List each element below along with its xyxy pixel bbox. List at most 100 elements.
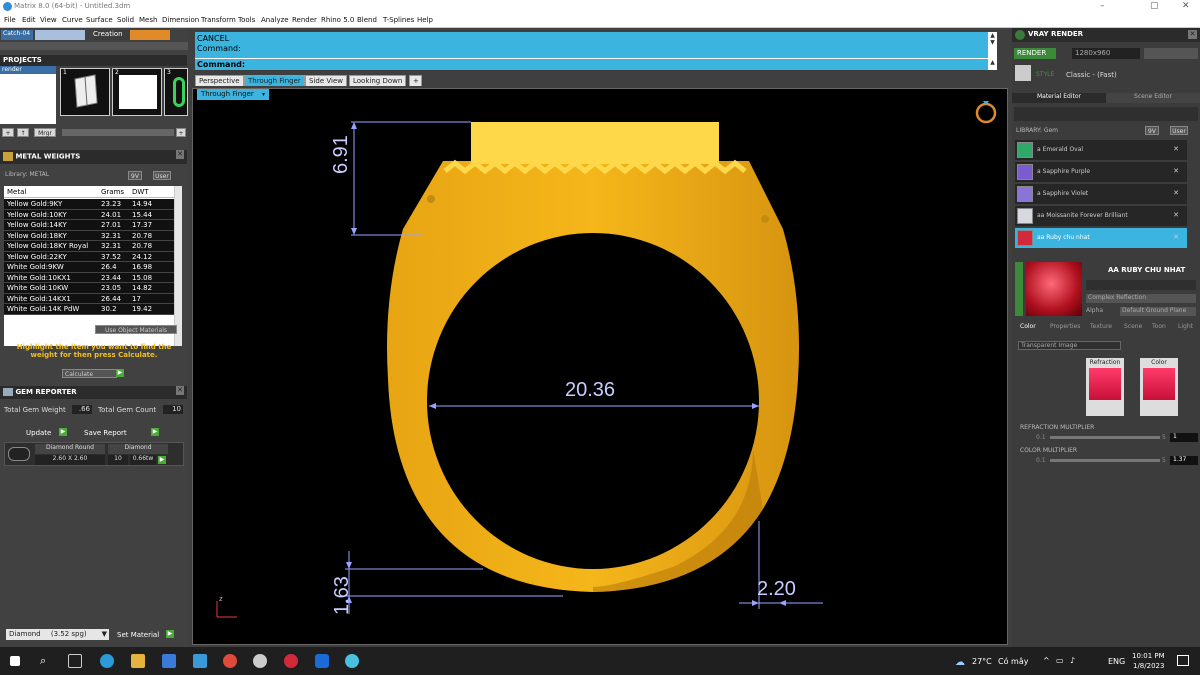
project-add2-button[interactable]: + (176, 128, 186, 137)
use-object-materials-button[interactable]: Use Object Materials (95, 325, 177, 334)
command-line-scroll[interactable]: ▲ (988, 59, 997, 70)
tab-light[interactable]: Light (1178, 323, 1193, 333)
tab-material-editor[interactable]: Material Editor (1012, 93, 1106, 103)
refraction-box[interactable]: Refraction (1086, 358, 1124, 416)
tab-side-view[interactable]: Side View (305, 75, 347, 86)
col-grams[interactable]: Grams (101, 188, 124, 196)
tab-properties[interactable]: Properties (1050, 323, 1080, 333)
color-box[interactable]: Color (1140, 358, 1178, 416)
menu-solid[interactable]: Solid (117, 16, 134, 24)
color-swatch[interactable] (1143, 368, 1175, 400)
catch-dropdown[interactable]: Catch-04 (1, 30, 33, 40)
mail-icon[interactable] (193, 654, 207, 668)
table-row[interactable]: Yellow Gold:14KY 27.01 17.37 (4, 220, 174, 231)
project-slider[interactable] (62, 129, 174, 136)
app-blue-icon[interactable] (345, 654, 359, 668)
windows-start-icon[interactable] (10, 656, 20, 666)
tab-texture[interactable]: Texture (1090, 323, 1112, 333)
set-material-button[interactable]: Set Material (117, 631, 159, 639)
tab-color[interactable]: Color (1020, 323, 1036, 333)
project-add-button[interactable]: + (2, 128, 14, 137)
project-up-button[interactable]: ↑ (17, 128, 29, 137)
menu-help[interactable]: Help (417, 16, 433, 24)
command-line[interactable]: Command: ▲ (195, 58, 997, 70)
col-metal[interactable]: Metal (7, 188, 26, 196)
refraction-value[interactable]: 1 (1170, 433, 1198, 442)
creation-toolbar[interactable] (130, 30, 170, 40)
menu-transform[interactable]: Transform (201, 16, 236, 24)
menu-analyze[interactable]: Analyze (261, 16, 289, 24)
weather-temp[interactable]: 27°C (972, 657, 992, 666)
matrix-app-icon[interactable] (253, 654, 267, 668)
calculate-button[interactable]: Calculate (62, 369, 117, 378)
project-item-render[interactable]: render (0, 66, 56, 74)
language-indicator[interactable]: ENG (1108, 657, 1125, 666)
menu-tools[interactable]: Tools (238, 16, 255, 24)
close-icon[interactable]: ✕ (1173, 189, 1179, 197)
resolution-dropdown[interactable]: 1280x960 (1072, 48, 1140, 59)
tab-toon[interactable]: Toon (1152, 323, 1166, 333)
table-row[interactable]: White Gold:14KX1 26.44 17 (4, 293, 174, 304)
menu-rhino[interactable]: Rhino 5.0 (321, 16, 354, 24)
close-icon[interactable]: ✕ (1173, 211, 1179, 219)
project-merge-button[interactable]: Mrgr (34, 128, 56, 137)
render-toolbar[interactable] (1144, 48, 1198, 59)
catch-toolbar[interactable] (35, 30, 85, 40)
tab-add[interactable]: + (409, 75, 422, 86)
close-icon[interactable]: ✕ (1173, 167, 1179, 175)
command-scrollbar[interactable]: ▲ ▼ (988, 32, 997, 58)
table-row[interactable]: White Gold:10KW 23.05 14.82 (4, 283, 174, 294)
clock-date[interactable]: 1/8/2023 (1133, 662, 1164, 670)
refraction-swatch[interactable] (1089, 368, 1121, 400)
menu-blend[interactable]: Blend (357, 16, 377, 24)
col-dwt[interactable]: DWT (132, 188, 149, 196)
project-thumb-2[interactable]: 2 (112, 68, 162, 116)
project-thumb-3[interactable]: 3 (164, 68, 188, 116)
color-slider[interactable] (1050, 459, 1160, 462)
viewport[interactable]: Through Finger ▾ 6.91 20.36 1.63 2.20 z (192, 88, 1008, 645)
close-button[interactable]: ✕ (1182, 1, 1190, 11)
save-report-go-icon[interactable]: ▶ (151, 428, 159, 436)
gem-go-icon[interactable]: ▶ (158, 456, 166, 464)
table-row[interactable]: Yellow Gold:18KY 32.31 20.78 (4, 230, 174, 241)
table-row[interactable]: White Gold:10KX1 23.44 15.08 (4, 272, 174, 283)
transparent-image-dropdown[interactable]: Transparent Image (1018, 341, 1121, 350)
menu-mesh[interactable]: Mesh (139, 16, 157, 24)
list-item-selected[interactable]: aa Ruby chu nhat ✕ (1015, 228, 1187, 248)
set-material-go-icon[interactable]: ▶ (166, 630, 174, 638)
file-explorer-icon[interactable] (131, 654, 145, 668)
tab-looking-down[interactable]: Looking Down (349, 75, 407, 86)
table-row[interactable]: Yellow Gold:18KY Royal 32.31 20.78 (4, 241, 174, 252)
app-red-icon[interactable] (284, 654, 298, 668)
gem-9v-toggle[interactable]: 9V (1145, 126, 1159, 135)
menu-curve[interactable]: Curve (62, 16, 83, 24)
save-report-button[interactable]: Save Report (84, 429, 127, 437)
task-view-icon[interactable] (68, 654, 82, 668)
gem-user-toggle[interactable]: User (1170, 126, 1188, 135)
weather-desc[interactable]: Có mây (998, 657, 1028, 666)
material-toolbar[interactable] (1014, 107, 1198, 121)
clock-time[interactable]: 10:01 PM (1132, 652, 1165, 660)
reflection-dropdown[interactable]: Complex Reflection (1086, 294, 1196, 303)
tab-perspective[interactable]: Perspective (195, 75, 244, 86)
update-go-icon[interactable]: ▶ (59, 428, 67, 436)
close-icon[interactable]: ✕ (1173, 145, 1179, 153)
render-button[interactable]: RENDER (1014, 48, 1056, 59)
notification-icon[interactable] (1177, 655, 1189, 666)
zalo-icon[interactable] (315, 654, 329, 668)
minimize-button[interactable]: – (1100, 1, 1105, 11)
calculate-go-icon[interactable]: ▶ (116, 369, 124, 377)
metal-weights-close-icon[interactable]: ✕ (176, 150, 184, 159)
color-value[interactable]: 1.37 (1170, 456, 1198, 465)
gem-list-row[interactable]: Diamond Round 2.60 X 2.60 Diamond 10 0.6… (4, 442, 184, 466)
table-row[interactable]: White Gold:14K PdW 30.2 19.42 (4, 304, 174, 315)
material-icon-bar[interactable] (1086, 280, 1196, 290)
menu-surface[interactable]: Surface (86, 16, 113, 24)
maximize-button[interactable]: ▢ (1150, 1, 1159, 11)
gem-reporter-close-icon[interactable]: ✕ (176, 386, 184, 395)
list-item[interactable]: a Emerald Oval ✕ (1015, 140, 1187, 160)
menu-tsplines[interactable]: T-Splines (383, 16, 414, 24)
table-row[interactable]: Yellow Gold:22KY 37.52 24.12 (4, 251, 174, 262)
ground-plane-dropdown[interactable]: Default Ground Plane (1120, 307, 1196, 316)
tab-scene[interactable]: Scene (1124, 323, 1142, 333)
